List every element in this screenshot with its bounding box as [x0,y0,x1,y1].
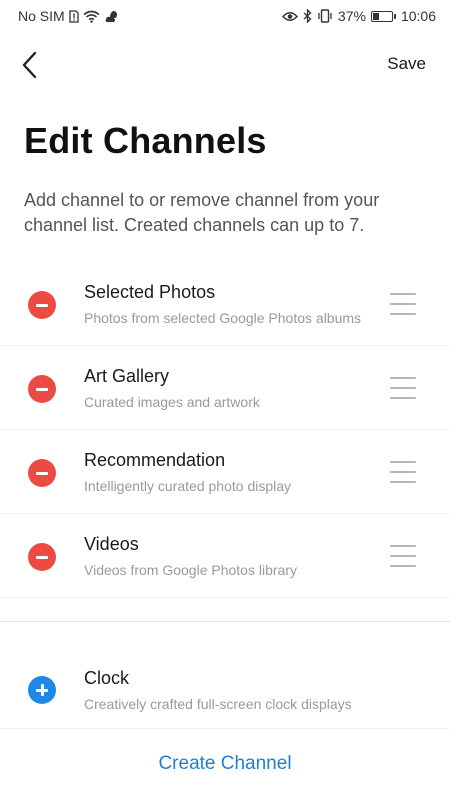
drag-handle-icon[interactable] [390,460,416,484]
channel-row: Art Gallery Curated images and artwork [0,346,450,430]
channel-description: Curated images and artwork [84,394,260,410]
wifi-icon [83,10,100,23]
channel-name: Recommendation [84,450,226,470]
remove-channel-button[interactable] [28,291,56,319]
channel-row: Recommendation Intelligently curated pho… [0,430,450,514]
status-bar: No SIM 37% 10:06 [0,0,450,32]
status-left: No SIM [18,8,118,24]
channel-name: Clock [84,668,130,688]
sim-alert-icon [69,9,79,23]
channel-description: Creatively crafted full-screen clock dis… [84,696,352,712]
section-divider [0,621,450,622]
chevron-left-icon [22,51,37,79]
status-right: 37% 10:06 [281,8,436,24]
battery-fill [372,12,379,20]
remove-channel-button[interactable] [28,459,56,487]
channel-name: Selected Photos [84,282,216,302]
vibrate-icon [317,9,333,23]
carrier-label: No SIM [18,8,65,24]
available-channel-row: Clock Creatively crafted full-screen clo… [0,648,450,728]
channel-row: Selected Photos Photos from selected Goo… [0,262,450,346]
save-button[interactable]: Save [387,54,426,74]
drag-handle-icon[interactable] [390,292,416,316]
create-channel-button[interactable]: Create Channel [0,740,450,788]
channel-name: Art Gallery [84,366,170,386]
channel-description: Photos from selected Google Photos album… [84,310,362,326]
page-title: Edit Channels [24,120,267,161]
remove-channel-button[interactable] [28,375,56,403]
squirrel-icon [104,10,118,23]
add-channel-button[interactable] [28,676,56,704]
drag-handle-icon[interactable] [390,376,416,400]
back-button[interactable] [14,48,44,82]
drag-handle-icon[interactable] [390,544,416,568]
battery-icon [370,10,396,22]
battery-percent: 37% [337,8,366,24]
channel-description: Videos from Google Photos library [84,562,297,578]
channel-name: Videos [84,534,139,554]
eye-icon [281,11,298,22]
remove-channel-button[interactable] [28,543,56,571]
footer-divider [0,728,450,729]
bluetooth-icon [303,9,312,23]
clock-time: 10:06 [400,8,436,24]
channel-list: Selected Photos Photos from selected Goo… [0,262,450,598]
channel-description: Intelligently curated photo display [84,478,292,494]
channel-row: Videos Videos from Google Photos library [0,514,450,598]
page-description: Add channel to or remove channel from yo… [24,190,380,235]
